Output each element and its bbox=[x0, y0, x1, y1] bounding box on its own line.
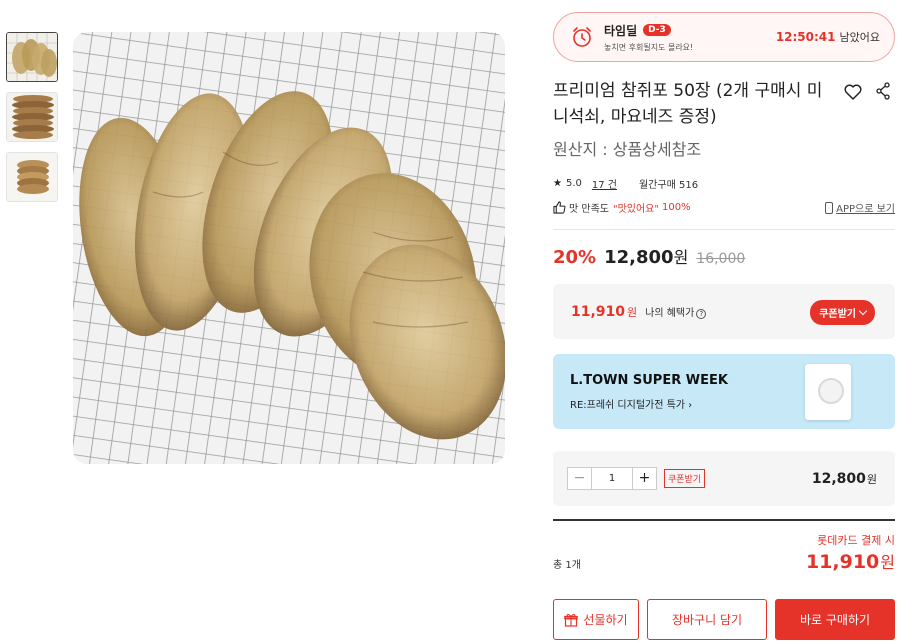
info-icon[interactable]: ? bbox=[696, 309, 707, 319]
option-price: 12,800원 bbox=[812, 471, 877, 487]
review-count-link[interactable]: 17 건 bbox=[592, 176, 617, 191]
divider bbox=[553, 229, 895, 230]
product-main-image bbox=[73, 32, 505, 464]
buy-now-label: 바로 구매하기 bbox=[799, 613, 871, 627]
total-price: 11,910원 bbox=[806, 549, 895, 573]
option-price-unit: 원 bbox=[866, 472, 877, 486]
benefit-price-value: 11,910 bbox=[571, 303, 626, 320]
gift-icon bbox=[564, 613, 579, 627]
star-icon: ★ bbox=[553, 178, 562, 189]
total-price-value: 11,910 bbox=[805, 551, 880, 573]
total-section: 총 1개 롯데카드 결제 시 11,910원 bbox=[553, 532, 895, 590]
product-title: 프리미엄 참쥐포 50장 (2개 구매시 미니석쇠, 마요네즈 증정) bbox=[553, 81, 823, 127]
purchase-panel: 타임딜 D-3 놓치면 후회될지도 몰라요! 12:50:41 남았어요 프리미… bbox=[553, 12, 895, 640]
thumbnail-1[interactable] bbox=[6, 32, 58, 82]
chevron-down-icon bbox=[858, 306, 868, 316]
product-detail-page: 타임딜 D-3 놓치면 후회될지도 몰라요! 12:50:41 남았어요 프리미… bbox=[0, 0, 900, 644]
quantity-increase-button[interactable]: + bbox=[633, 468, 656, 489]
satisfaction-value: "맛있어요" bbox=[612, 204, 659, 215]
heart-icon[interactable] bbox=[843, 82, 863, 102]
sale-price-value: 12,800 bbox=[604, 247, 674, 268]
buy-now-button[interactable]: 바로 구매하기 bbox=[775, 599, 895, 640]
benefit-price-unit: 원 bbox=[627, 305, 638, 319]
thumbnail-2[interactable] bbox=[6, 92, 58, 142]
quantity-stepper: − 1 + bbox=[567, 467, 657, 490]
timedeal-dday-badge: D-3 bbox=[643, 24, 671, 36]
app-view-link[interactable]: APP으로 보기 bbox=[825, 200, 895, 215]
alarm-clock-icon bbox=[573, 27, 591, 47]
gift-button[interactable]: 선물하기 bbox=[553, 599, 639, 640]
original-price: 16,000 bbox=[696, 251, 746, 267]
coupon-download-button[interactable]: 쿠폰받기 bbox=[810, 300, 875, 325]
benefit-label-text: 나의 혜택가 bbox=[645, 308, 695, 319]
phone-icon bbox=[825, 201, 834, 214]
thumbnail-3[interactable] bbox=[6, 152, 58, 202]
quantity-value[interactable]: 1 bbox=[591, 468, 633, 489]
timedeal-subtitle: 놓치면 후회될지도 몰라요! bbox=[604, 42, 694, 52]
benefit-box: 11,910 원 나의 혜택가? 쿠폰받기 bbox=[553, 284, 895, 339]
quantity-box: − 1 + 쿠폰받기 12,800원 bbox=[553, 451, 895, 506]
total-price-unit: 원 bbox=[880, 553, 895, 572]
origin-text: 원산지 : 상품상세참조 bbox=[553, 140, 702, 159]
promo-banner[interactable]: L.TOWN SUPER WEEK RE:프레쉬 디지털가전 특가 › bbox=[553, 354, 895, 429]
satisfaction-percent: 100% bbox=[661, 202, 691, 213]
satisfaction-label: 맛 만족도 bbox=[569, 204, 609, 215]
timedeal-title: 타임딜 bbox=[604, 23, 638, 38]
benefit-price: 11,910 원 bbox=[571, 304, 637, 320]
sale-price: 12,800원 bbox=[604, 244, 688, 268]
chevron-right-icon: › bbox=[688, 400, 693, 411]
title-row: 프리미엄 참쥐포 50장 (2개 구매시 미니석쇠, 마요네즈 증정) bbox=[553, 78, 895, 130]
rating-value: 5.0 bbox=[565, 178, 582, 189]
benefit-label: 나의 혜택가? bbox=[645, 304, 707, 319]
thumbs-up-icon bbox=[553, 201, 566, 214]
quantity-decrease-button[interactable]: − bbox=[568, 468, 591, 489]
sale-price-unit: 원 bbox=[673, 248, 689, 267]
card-payment-note: 롯데카드 결제 시 bbox=[817, 534, 895, 547]
timedeal-banner: 타임딜 D-3 놓치면 후회될지도 몰라요! 12:50:41 남았어요 bbox=[553, 12, 895, 62]
add-to-cart-label: 장바구니 담기 bbox=[671, 613, 743, 627]
timedeal-left-label: 남았어요 bbox=[839, 31, 880, 44]
promo-banner-subtitle-text: RE:프레쉬 디지털가전 특가 bbox=[570, 400, 689, 411]
gift-button-label: 선물하기 bbox=[583, 613, 628, 627]
washer-image bbox=[805, 364, 851, 420]
price-row: 20% 12,800원 16,000 bbox=[553, 244, 895, 268]
rating-row: ★ 5.0 17 건 월간구매 516 bbox=[553, 176, 895, 191]
timedeal-countdown: 12:50:41 bbox=[775, 30, 836, 44]
timedeal-text: 타임딜 D-3 놓치면 후회될지도 몰라요! bbox=[604, 22, 776, 53]
share-icon[interactable] bbox=[875, 82, 891, 100]
discount-rate: 20% bbox=[553, 247, 597, 268]
satisfaction-row: 맛 만족도 "맛있어요" 100% APP으로 보기 bbox=[553, 200, 895, 215]
thumbnail-list bbox=[6, 32, 58, 212]
add-to-cart-button[interactable]: 장바구니 담기 bbox=[647, 599, 767, 640]
monthly-purchase: 월간구매 516 bbox=[638, 180, 699, 191]
total-divider bbox=[553, 519, 895, 521]
action-buttons: 선물하기 장바구니 담기 바로 구매하기 bbox=[553, 599, 895, 640]
total-count: 총 1개 bbox=[553, 560, 581, 571]
option-price-value: 12,800 bbox=[811, 470, 866, 487]
option-coupon-button[interactable]: 쿠폰받기 bbox=[664, 469, 706, 488]
coupon-download-label: 쿠폰받기 bbox=[819, 309, 856, 320]
app-view-label: APP으로 보기 bbox=[836, 204, 895, 215]
